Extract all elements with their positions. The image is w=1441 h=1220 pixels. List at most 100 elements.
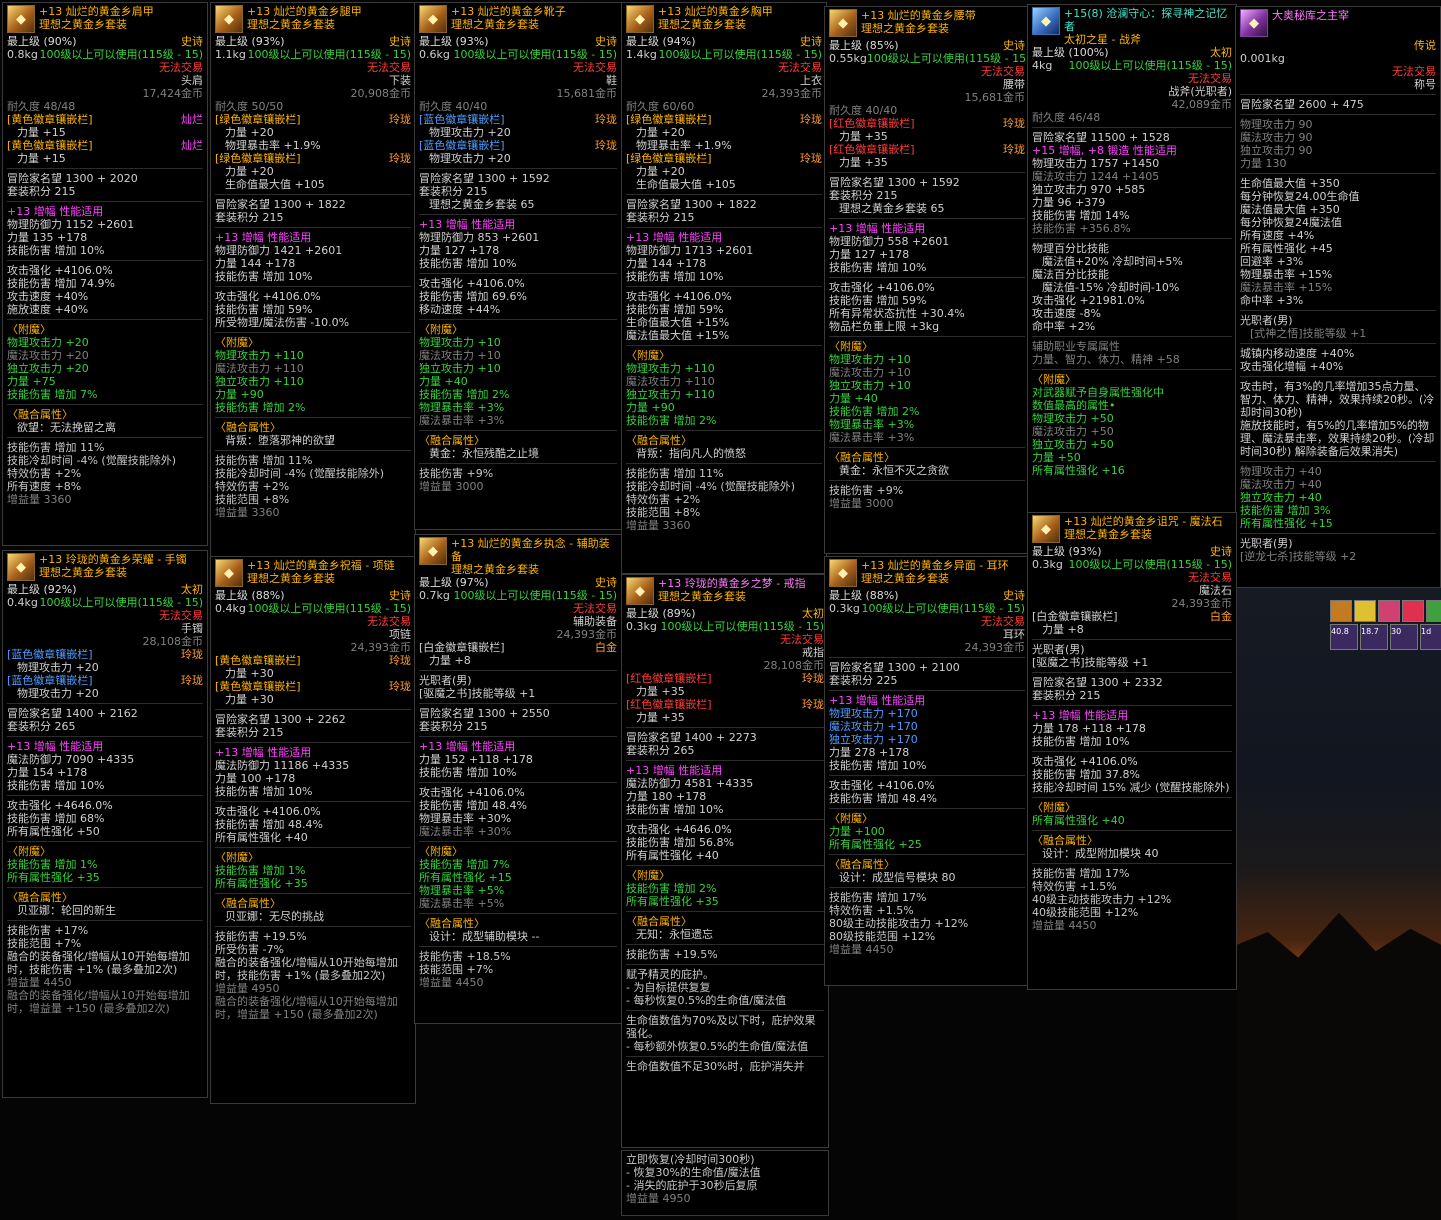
- socket-label: [黄色徽章镶嵌栏]: [7, 139, 93, 152]
- socket-row[interactable]: [蓝色徽章镶嵌栏] 玲珑: [419, 139, 617, 152]
- stat-line: 物理攻击力 +10: [419, 336, 501, 349]
- item-rarity: 史诗: [800, 35, 822, 48]
- item-rarity: 史诗: [595, 576, 617, 589]
- socket-row[interactable]: [黄色徽章镶嵌栏] 玲珑: [215, 680, 411, 693]
- stat-line: 技能伤害 增加 17%: [1032, 867, 1130, 880]
- level-rarity-row: 最上级 (93%) 史诗: [1032, 545, 1232, 558]
- item-slot: 战斧(光职者): [1168, 85, 1232, 98]
- item-icon[interactable]: ◆: [1032, 515, 1060, 543]
- item-icon[interactable]: ◆: [215, 5, 243, 33]
- stat-line: 物理攻击力 +20: [17, 687, 99, 700]
- item-tooltip-bracelet: ◆ +13 玲珑的黄金乡荣耀 - 手镯 理想之黄金乡套装 最上级 (92%) 太初 0.4…: [2, 550, 208, 1098]
- socket-row[interactable]: [红色徽章镶嵌栏] 玲珑: [626, 672, 824, 685]
- divider: [419, 841, 617, 842]
- divider: [7, 201, 203, 202]
- socket-row[interactable]: [绿色徽章镶嵌栏] 玲珑: [626, 113, 822, 126]
- level-requirement: 100级以上可以使用(115级 - 15): [866, 52, 1030, 65]
- skill-icon[interactable]: 40.8: [1330, 624, 1358, 650]
- heart-icon[interactable]: [1402, 600, 1424, 622]
- buff-icon[interactable]: [1378, 600, 1400, 622]
- skill-icon[interactable]: 18.7: [1360, 624, 1388, 650]
- stat-line: 技能伤害 增加 56.8%: [626, 836, 734, 849]
- buff-icon[interactable]: [1426, 600, 1441, 622]
- socket-row[interactable]: [绿色徽章镶嵌栏] 玲珑: [215, 152, 411, 165]
- item-price: 42,089金币: [1171, 98, 1233, 111]
- stat-line: 〈融合属性〉: [626, 434, 692, 447]
- socket-row[interactable]: [红色徽章镶嵌栏] 玲珑: [626, 698, 824, 711]
- item-icon[interactable]: ◆: [626, 577, 654, 605]
- buff-icon[interactable]: [1330, 600, 1352, 622]
- socket-label: [绿色徽章镶嵌栏]: [626, 113, 712, 126]
- stat-line: 光职者(男): [1240, 314, 1293, 327]
- item-rarity: 太初: [802, 607, 824, 620]
- stat-line: 力量 +35: [636, 685, 685, 698]
- stat-line: 力量 +90: [626, 401, 675, 414]
- socket-row[interactable]: [蓝色徽章镶嵌栏] 玲珑: [7, 648, 203, 661]
- stat-line: 技能伤害 增加 37.8%: [1032, 768, 1140, 781]
- divider: [626, 865, 824, 866]
- buff-icon[interactable]: [1354, 600, 1376, 622]
- stat-line: 独立攻击力 +110: [215, 375, 304, 388]
- socket-grade: 玲珑: [800, 152, 822, 165]
- stat-line: 魔法攻击力 1244 +1405: [1032, 170, 1160, 183]
- item-icon[interactable]: ◆: [1240, 9, 1268, 37]
- item-icon[interactable]: ◆: [829, 9, 857, 37]
- stat-line: 〈融合属性〉: [419, 434, 485, 447]
- weight-requirement-row: 0.4kg 100级以上可以使用(115级 - 15): [7, 596, 203, 609]
- stat-line: 增益量 4950: [215, 982, 280, 995]
- item-header: ◆ +13 灿烂的黄金乡诅咒 - 魔法石 理想之黄金乡套装: [1032, 515, 1232, 545]
- stat-line: 套装积分 215: [215, 211, 284, 224]
- socket-row[interactable]: [蓝色徽章镶嵌栏] 玲珑: [419, 113, 617, 126]
- skill-icon[interactable]: 1d: [1420, 624, 1441, 650]
- stat-line: 技能范围 +7%: [419, 963, 494, 976]
- stat-line: 魔法暴击率 +15%: [1240, 281, 1333, 294]
- divider: [1240, 173, 1436, 174]
- socket-label: [蓝色徽章镶嵌栏]: [419, 113, 505, 126]
- socket-row[interactable]: [红色徽章镶嵌栏] 玲珑: [829, 143, 1025, 156]
- socket-row[interactable]: [绿色徽章镶嵌栏] 玲珑: [626, 152, 822, 165]
- socket-row[interactable]: [蓝色徽章镶嵌栏] 玲珑: [7, 674, 203, 687]
- stat-line: 魔法攻击力 +110: [626, 375, 715, 388]
- stat-line: 设计：成型信号模块 80: [839, 871, 956, 884]
- stat-line: 〈附魔〉: [215, 851, 259, 864]
- item-rarity: 太初: [181, 583, 203, 596]
- socket-row[interactable]: [黄色徽章镶嵌栏] 玲珑: [215, 654, 411, 667]
- buff-icon-bar: [1330, 600, 1441, 622]
- divider: [215, 286, 411, 287]
- stat-line: 〈融合属性〉: [215, 897, 281, 910]
- item-icon[interactable]: ◆: [1032, 7, 1060, 35]
- item-header: ◆ +13 灿烂的黄金乡执念 - 辅助装备 理想之黄金乡套装: [419, 537, 617, 576]
- item-slot: 手镯: [181, 622, 203, 635]
- item-durability: 耐久度 40/40: [829, 104, 898, 117]
- stat-line: 物理攻击力 +10: [829, 353, 911, 366]
- item-icon[interactable]: ◆: [215, 559, 243, 587]
- item-slot: 项链: [389, 628, 411, 641]
- item-icon[interactable]: ◆: [419, 5, 447, 33]
- socket-grade: 玲珑: [1003, 143, 1025, 156]
- item-icon[interactable]: ◆: [7, 553, 35, 581]
- stat-line: 攻击强化 +4106.0%: [829, 281, 935, 294]
- item-icon[interactable]: ◆: [626, 5, 654, 33]
- item-icon[interactable]: ◆: [829, 559, 857, 587]
- socket-row[interactable]: [绿色徽章镶嵌栏] 玲珑: [215, 113, 411, 126]
- stat-line: 冒险家名望 1300 + 2100: [829, 661, 960, 674]
- item-tooltip-title: ◆ 大奥秘库之主宰 传说 0.001kg 无法交易 称号 冒险家名望 2600 + 475 物…: [1235, 6, 1441, 588]
- socket-row[interactable]: [黄色徽章镶嵌栏] 灿烂: [7, 139, 203, 152]
- skill-icon[interactable]: 30: [1390, 624, 1418, 650]
- item-icon[interactable]: ◆: [7, 5, 35, 33]
- socket-row[interactable]: [黄色徽章镶嵌栏] 灿烂: [7, 113, 203, 126]
- item-durability: 耐久度 46/48: [1032, 111, 1101, 124]
- divider: [829, 854, 1025, 855]
- trade-status: 无法交易: [367, 615, 411, 628]
- item-title-block: +13 灿烂的黄金乡肩甲 理想之黄金乡套装: [39, 5, 154, 31]
- stat-line: 攻击强化 +4106.0%: [7, 264, 113, 277]
- item-set-name: 理想之黄金乡套装: [658, 590, 746, 603]
- socket-row[interactable]: [白金徽章镶嵌栏] 白金: [419, 641, 617, 654]
- item-icon[interactable]: ◆: [419, 537, 447, 565]
- stat-line: 〈融合属性〉: [7, 891, 73, 904]
- socket-row[interactable]: [红色徽章镶嵌栏] 玲珑: [829, 117, 1025, 130]
- divider: [1240, 376, 1436, 377]
- stat-line: 所有属性强化 +35: [7, 871, 100, 884]
- stat-line: 冒险家名望 2600 + 475: [1240, 98, 1364, 111]
- socket-row[interactable]: [白金徽章镶嵌栏] 白金: [1032, 610, 1232, 623]
